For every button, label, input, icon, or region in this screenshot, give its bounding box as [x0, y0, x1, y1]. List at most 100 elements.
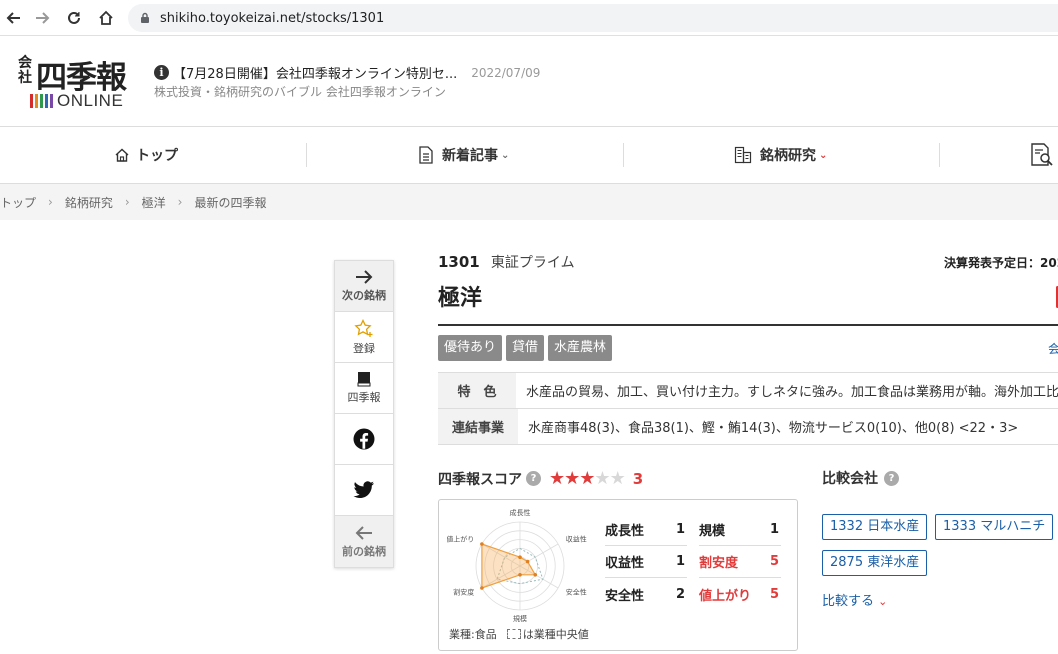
chevron-down-icon: ⌄ [819, 149, 828, 161]
compare-company-button[interactable]: 1333 マルハニチ [935, 514, 1054, 540]
score-stars: ★★★★★ [549, 468, 626, 489]
arrow-right-icon [356, 270, 373, 284]
tag-taishaku[interactable]: 貸借 [506, 335, 545, 361]
radar-point [480, 586, 484, 590]
score-value: 3 [632, 469, 644, 488]
register-button[interactable]: 登録 [335, 312, 393, 363]
stock-market: 東証プライム [490, 255, 575, 271]
action-rail: 次の銘柄 登録 四季報 前の銘柄 [334, 260, 394, 568]
radar-point [518, 573, 522, 577]
segment-label: 連結事業 [438, 409, 518, 444]
document-search-icon [1031, 143, 1053, 166]
stock-info-table: 特 色 水産品の貿易、加工、買い付け主力。すしネタに強み。加工食品は業務用が軸。… [438, 372, 1058, 445]
address-bar[interactable]: shikiho.toyokeizai.net/stocks/1301 [128, 4, 1058, 32]
metric-growth: 成長性 1 [605, 514, 687, 546]
breadcrumb-item-research[interactable]: 銘柄研究 [65, 194, 113, 211]
logo-bar [30, 94, 33, 108]
metric-label: 割安度 [699, 556, 739, 571]
next-stock-button[interactable]: 次の銘柄 [335, 261, 393, 312]
prev-stock-label: 前の銘柄 [342, 544, 386, 558]
metric-value: 5 [769, 586, 779, 602]
metric-label: 安全性 [605, 588, 645, 604]
twitter-icon [353, 481, 374, 498]
metric-label: 成長性 [605, 524, 645, 539]
segment-text: 水産商事48(3)、食品38(1)、鰹・鮪14(3)、物流サービス0(10)、他… [528, 421, 1019, 436]
radar-point [480, 542, 484, 546]
radar-label: 成長性 [510, 508, 531, 517]
metric-value: 1 [769, 522, 779, 537]
twitter-share-button[interactable] [335, 465, 393, 516]
star-filled-icon: ★ [549, 468, 565, 489]
table-row: 連結事業 水産商事48(3)、食品38(1)、鰹・鮪14(3)、物流サービス0(… [438, 409, 1058, 445]
facebook-share-button[interactable] [335, 414, 393, 465]
metric-label: 規模 [699, 524, 726, 539]
stock-name: 極洋 [438, 286, 483, 311]
stock-code-line: 1301 東証プライム [438, 252, 575, 272]
compare-company-button[interactable]: 2875 東洋水産 [822, 550, 928, 576]
metric-value: 1 [675, 554, 685, 569]
nav-top-label: トップ [136, 148, 178, 164]
help-icon[interactable]: ? [884, 470, 899, 486]
breadcrumb: トップ › 銘柄研究 › 極洋 › 最新の四季報 [0, 184, 1058, 220]
shikiho-button[interactable]: 四季報 [335, 363, 393, 414]
radar-point [518, 555, 522, 559]
tag-sector[interactable]: 水産農林 [548, 335, 613, 361]
logo-kaisha: 会社 [18, 55, 32, 86]
nav-research[interactable]: 銘柄研究 ⌄ [734, 127, 827, 183]
headline-text: 【7月28日開催】会社四季報オンライン特別セ... [173, 67, 458, 82]
nav-articles-label: 新着記事 [442, 148, 498, 164]
median-legend-swatch [506, 629, 521, 639]
prev-stock-button[interactable]: 前の銘柄 [335, 516, 393, 567]
chevron-down-icon: ⌄ [501, 149, 510, 161]
lock-icon [141, 12, 149, 23]
score-header: 四季報スコア ? ★★★★★ 3 [438, 468, 643, 489]
sector-label: 業種:食品 [449, 628, 497, 641]
compare-more-link[interactable]: 比較する ⌄ [822, 590, 887, 609]
radar-label: 割安度 [453, 587, 474, 596]
truncated-link[interactable]: 会 [1048, 340, 1058, 357]
address-url: shikiho.toyokeizai.net/stocks/1301 [160, 10, 385, 26]
metric-value: 1 [675, 522, 685, 537]
radar-label: 安全性 [566, 587, 587, 596]
metric-value: 2 [675, 586, 685, 602]
metric-label: 収益性 [605, 556, 645, 571]
radar-label: 収益性 [566, 535, 587, 544]
nav-research-label: 銘柄研究 [760, 148, 816, 164]
score-box: 成長性 収益性 安全性 規模 割安度 値上がり 業種:食品 は業種中央値 成長性 1 収益性… [438, 499, 798, 651]
logo-bars [30, 94, 53, 108]
home-icon[interactable] [94, 6, 118, 30]
facebook-icon [353, 428, 375, 450]
back-icon[interactable] [2, 6, 26, 30]
site-header: 会社 四季報 ONLINE i 【7月28日開催】会社四季報オンライン特別セ..… [0, 36, 1058, 126]
breadcrumb-item-top[interactable]: トップ [0, 194, 36, 211]
radar-label: 規模 [513, 614, 527, 623]
metric-price-rise: 値上がり 5 [699, 578, 781, 610]
nav-divider [306, 143, 307, 167]
nav-divider [939, 143, 940, 167]
score-title: 四季報スコア [438, 471, 522, 488]
sector-note: 業種:食品 は業種中央値 [449, 626, 589, 642]
logo-bar [40, 94, 43, 108]
star-empty-icon: ★ [609, 468, 626, 489]
feature-text: 水産品の貿易、加工、買い付け主力。すしネタに強み。加工食品は業務用が軸。海外加工… [525, 385, 1058, 400]
star-filled-icon: ★ [564, 468, 580, 489]
nav-articles[interactable]: 新着記事 ⌄ [418, 127, 509, 183]
breadcrumb-item-stock[interactable]: 極洋 [142, 194, 166, 211]
nav-top[interactable]: トップ [114, 127, 178, 183]
building-icon [734, 146, 752, 164]
nav-search[interactable] [1030, 127, 1056, 183]
table-row: 特 色 水産品の貿易、加工、買い付け主力。すしネタに強み。加工食品は業務用が軸。… [438, 373, 1058, 409]
compare-more-label: 比較する [822, 594, 875, 609]
compare-company-button[interactable]: 1332 日本水産 [822, 514, 928, 540]
breadcrumb-separator: › [177, 195, 183, 209]
site-tagline: 株式投資・銘柄研究のバイブル 会社四季報オンライン [154, 85, 446, 99]
tag-yutai[interactable]: 優待あり [438, 335, 503, 361]
forward-icon[interactable] [30, 6, 54, 30]
shikiho-label: 四季報 [347, 391, 381, 404]
site-logo[interactable]: 会社 四季報 ONLINE [18, 54, 140, 111]
reload-icon[interactable] [62, 6, 86, 30]
compare-title: 比較会社 [822, 471, 878, 487]
help-icon[interactable]: ? [526, 471, 541, 486]
headline-link[interactable]: i 【7月28日開催】会社四季報オンライン特別セ... 2022/07/09 [154, 63, 540, 82]
breadcrumb-item-current: 最新の四季報 [194, 195, 267, 210]
